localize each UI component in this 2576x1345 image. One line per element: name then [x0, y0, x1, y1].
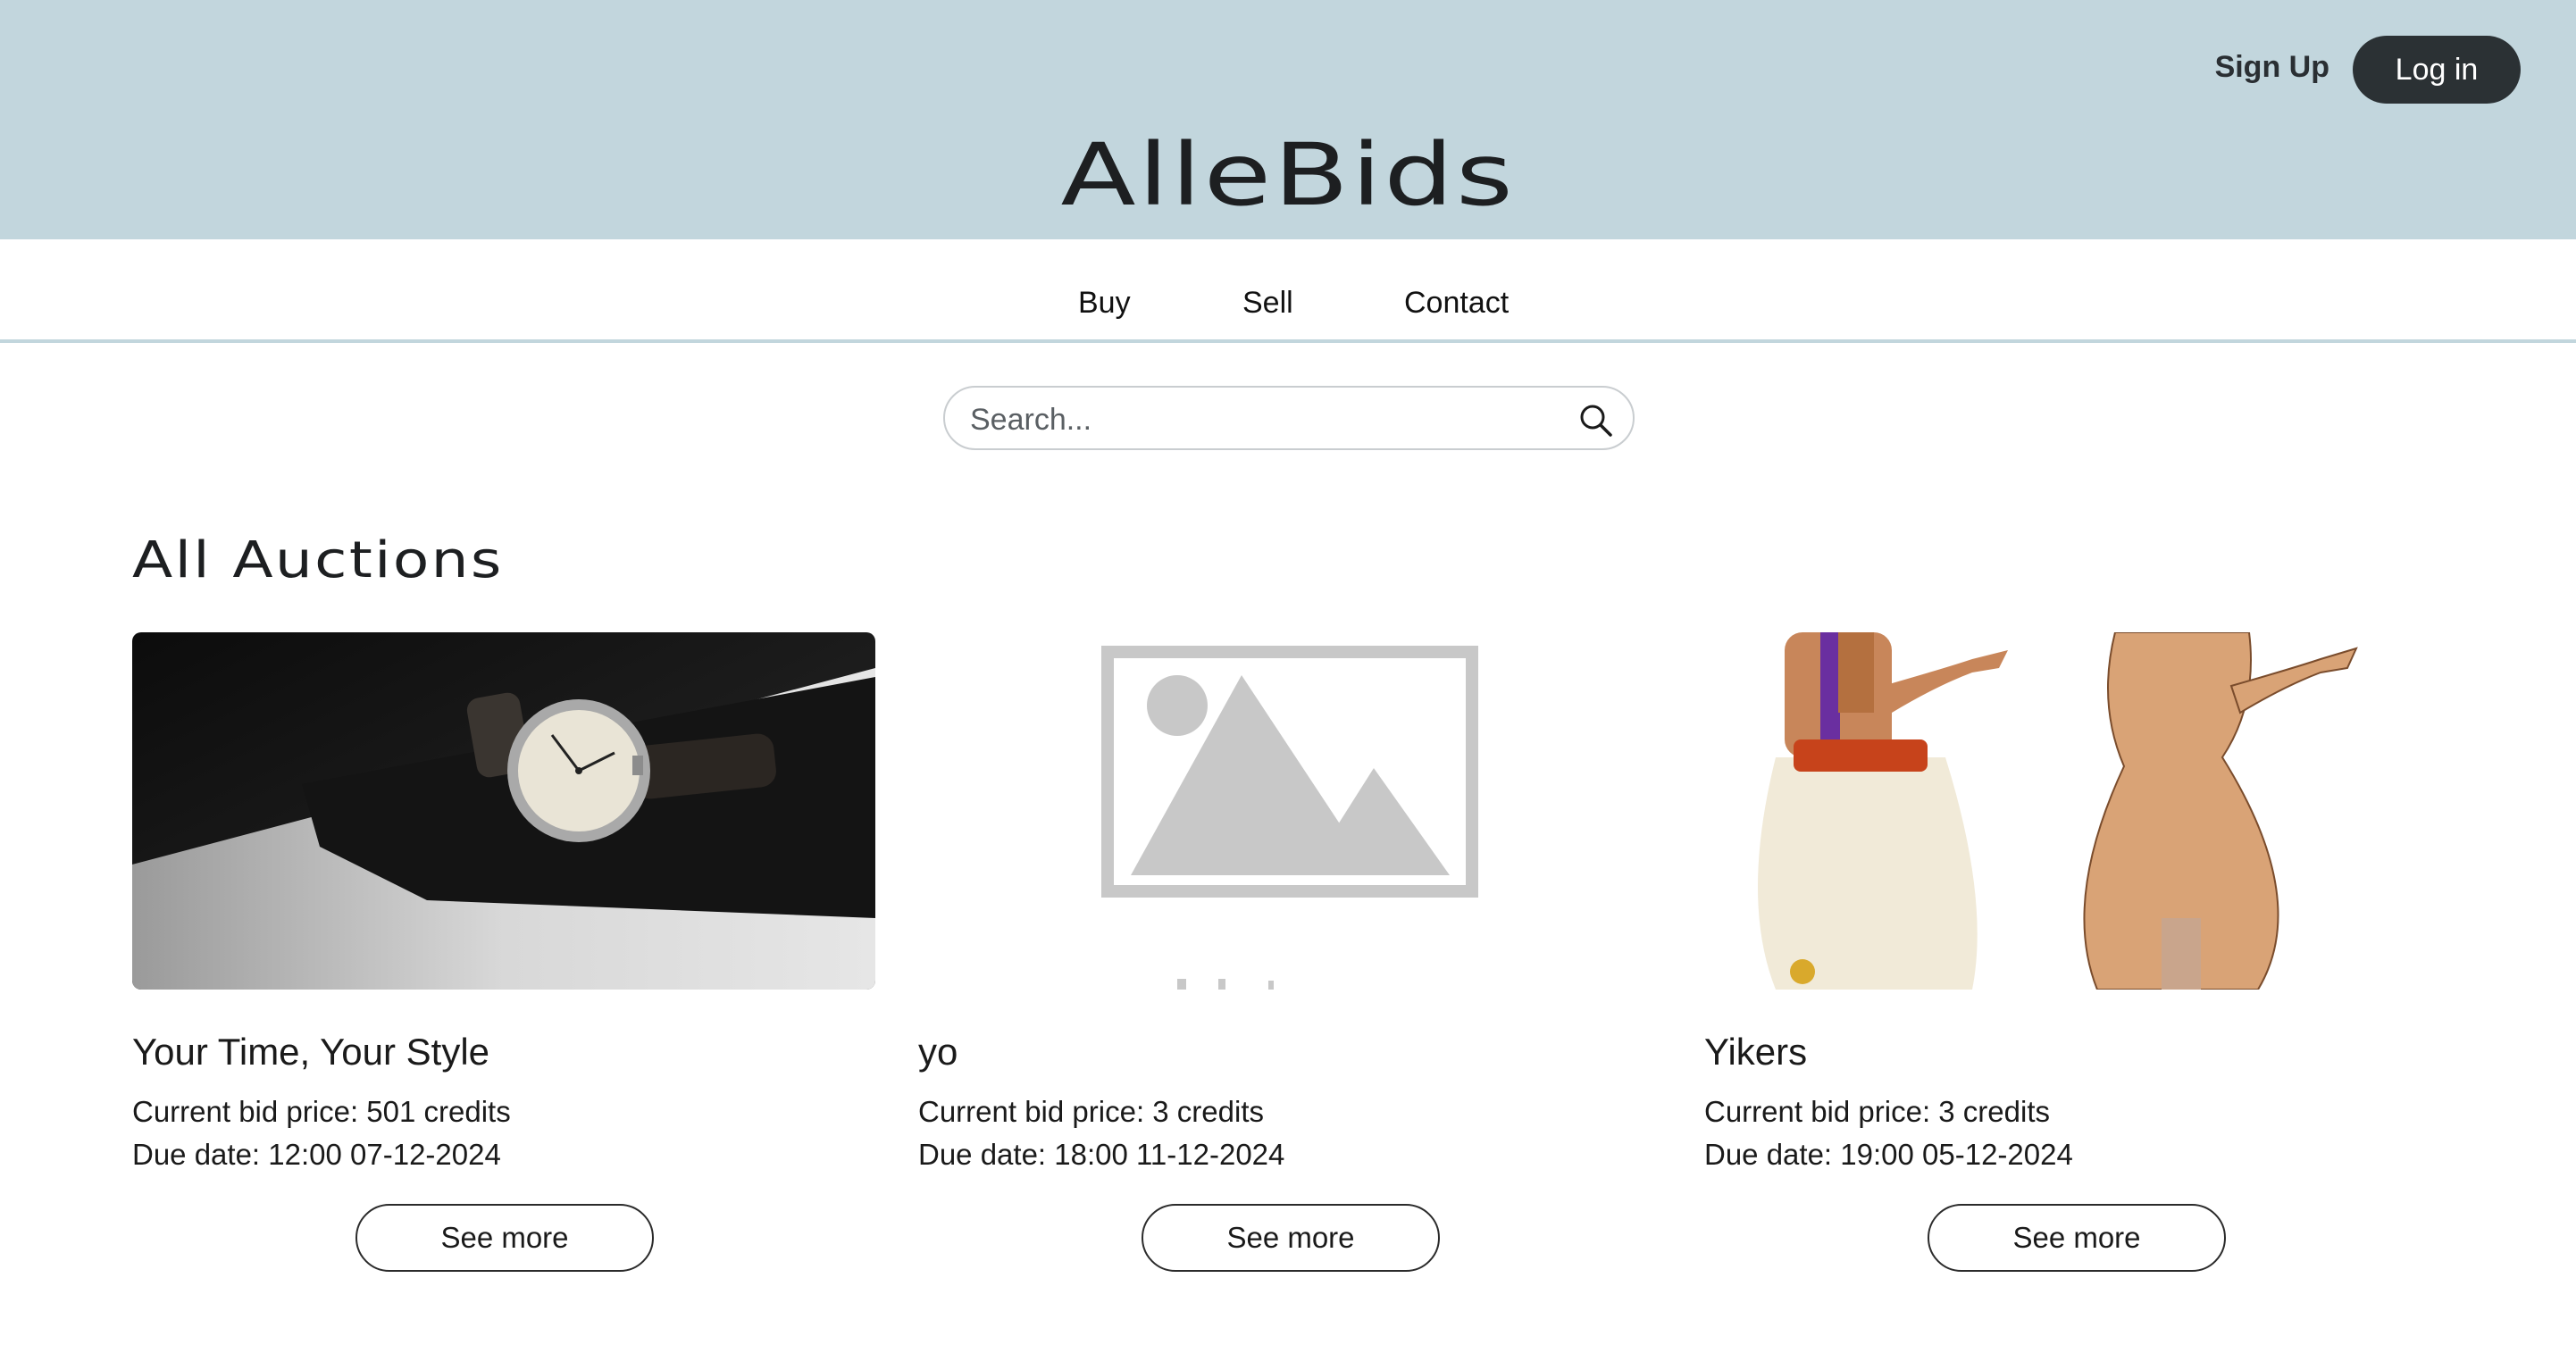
- auction-price: Current bid price: 3 credits: [1704, 1095, 2050, 1128]
- section-title: All Auctions: [132, 531, 504, 589]
- auction-price: Current bid price: 3 credits: [918, 1095, 1264, 1128]
- log-in-button[interactable]: Log in: [2353, 36, 2521, 104]
- auction-title[interactable]: Yikers: [1704, 1031, 1807, 1073]
- auction-due-date: Due date: 19:00 05-12-2024: [1704, 1138, 2073, 1171]
- auction-card: yo Current bid price: 3 credits Due date…: [918, 632, 1661, 1275]
- sign-up-link[interactable]: Sign Up: [2215, 50, 2329, 85]
- nav-item-buy[interactable]: Buy: [1078, 286, 1131, 321]
- auction-card: Yikers Current bid price: 3 credits Due …: [1704, 632, 2447, 1275]
- auction-title[interactable]: Your Time, Your Style: [132, 1031, 489, 1073]
- auction-due-date: Due date: 18:00 11-12-2024: [918, 1138, 1285, 1171]
- auction-image-placeholder[interactable]: [918, 632, 1661, 990]
- nav-item-contact[interactable]: Contact: [1404, 286, 1509, 321]
- auction-image-wristwatch[interactable]: [132, 632, 875, 990]
- see-more-button[interactable]: See more: [355, 1204, 654, 1272]
- site-header: Sign Up Log in AlleBids: [0, 0, 2576, 239]
- see-more-button[interactable]: See more: [1928, 1204, 2226, 1272]
- auction-card: Your Time, Your Style Current bid price:…: [132, 632, 875, 1275]
- search-input[interactable]: [968, 397, 1561, 443]
- search-icon[interactable]: [1579, 404, 1613, 438]
- main-nav: Buy Sell Contact: [0, 239, 2576, 343]
- auction-title[interactable]: yo: [918, 1031, 958, 1073]
- auction-image-illustration[interactable]: [1704, 632, 2447, 990]
- search-bar: [943, 386, 1635, 450]
- auction-price: Current bid price: 501 credits: [132, 1095, 511, 1128]
- see-more-button[interactable]: See more: [1142, 1204, 1440, 1272]
- site-logo[interactable]: AlleBids: [0, 132, 2576, 218]
- nav-item-sell[interactable]: Sell: [1242, 286, 1293, 321]
- auction-due-date: Due date: 12:00 07-12-2024: [132, 1138, 501, 1171]
